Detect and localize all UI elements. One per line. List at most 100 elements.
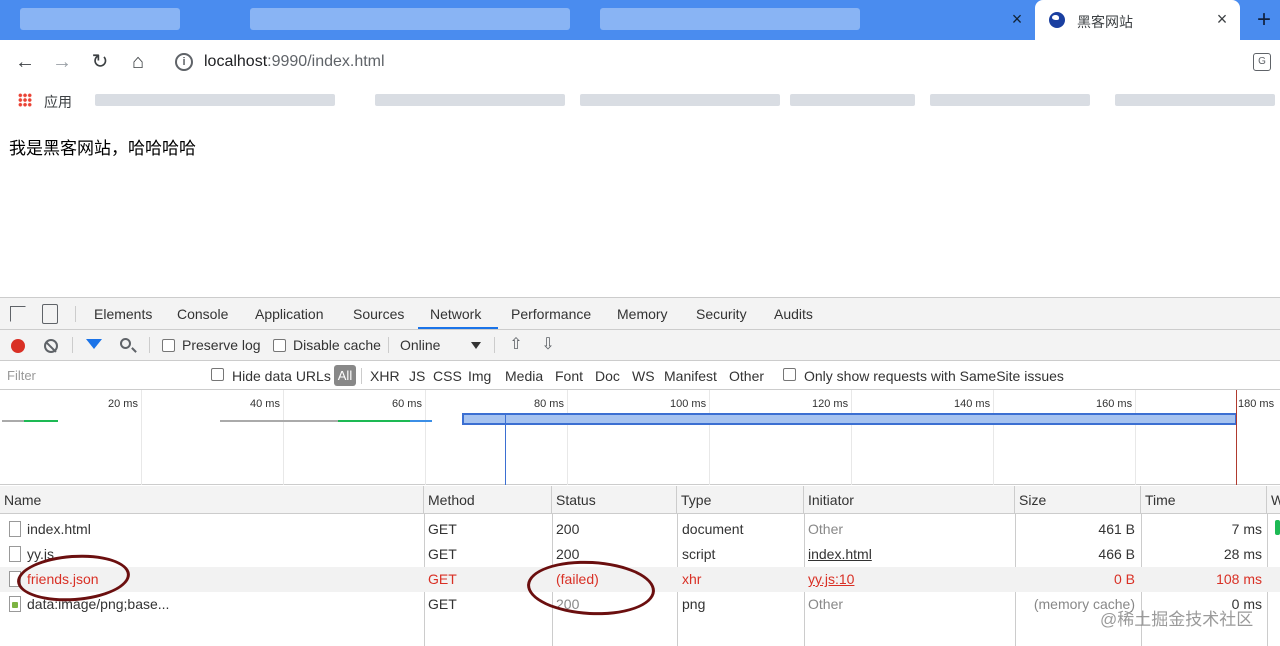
column-method[interactable]: Method bbox=[424, 486, 552, 514]
tick-label: 40 ms bbox=[250, 398, 280, 410]
request-initiator-link[interactable]: yy.js:10 bbox=[808, 571, 854, 587]
hide-data-urls-checkbox[interactable] bbox=[211, 368, 224, 381]
filter-xhr[interactable]: XHR bbox=[370, 368, 400, 384]
reload-icon[interactable]: ↻ bbox=[87, 49, 113, 75]
request-time: 108 ms bbox=[1216, 571, 1262, 587]
table-row[interactable]: index.html GET 200 document Other 461 B … bbox=[0, 517, 1280, 542]
filter-bar: Hide data URLs All XHR JS CSS Img Media … bbox=[0, 361, 1280, 390]
document-file-icon bbox=[9, 521, 21, 537]
samesite-checkbox[interactable] bbox=[783, 368, 796, 381]
tab-application[interactable]: Application bbox=[255, 306, 324, 322]
filter-other[interactable]: Other bbox=[729, 368, 764, 384]
filter-input[interactable] bbox=[0, 363, 197, 387]
filter-css[interactable]: CSS bbox=[433, 368, 462, 384]
record-button[interactable] bbox=[11, 339, 25, 353]
tab-memory[interactable]: Memory bbox=[617, 306, 668, 322]
forward-arrow-icon[interactable]: → bbox=[49, 49, 75, 75]
translate-icon[interactable]: G bbox=[1253, 53, 1271, 71]
filter-img[interactable]: Img bbox=[468, 368, 491, 384]
column-name[interactable]: Name bbox=[0, 486, 424, 514]
blurred-bookmark[interactable] bbox=[790, 94, 915, 106]
blurred-bookmark[interactable] bbox=[95, 94, 335, 106]
grid-line bbox=[1135, 390, 1136, 485]
column-size[interactable]: Size bbox=[1015, 486, 1141, 514]
tab-sources[interactable]: Sources bbox=[353, 306, 404, 322]
inspect-element-icon[interactable] bbox=[10, 306, 26, 322]
column-time[interactable]: Time bbox=[1141, 486, 1267, 514]
blurred-bookmark[interactable] bbox=[1115, 94, 1275, 106]
filter-doc[interactable]: Doc bbox=[595, 368, 620, 384]
tab-audits[interactable]: Audits bbox=[774, 306, 813, 322]
column-waterfall[interactable]: W bbox=[1267, 486, 1280, 514]
device-toolbar-icon[interactable] bbox=[42, 304, 58, 324]
request-size: 466 B bbox=[1098, 546, 1135, 562]
request-type: xhr bbox=[682, 571, 702, 587]
table-row[interactable]: yy.js GET 200 script index.html 466 B 28… bbox=[0, 542, 1280, 567]
active-tab-indicator bbox=[418, 327, 498, 329]
filter-font[interactable]: Font bbox=[555, 368, 583, 384]
tab-network[interactable]: Network bbox=[430, 306, 481, 322]
grid-line bbox=[851, 390, 852, 485]
clear-icon[interactable] bbox=[44, 339, 58, 353]
throttling-select[interactable]: Online bbox=[400, 337, 440, 353]
devtools-tab-bar: Elements Console Application Sources Net… bbox=[0, 298, 1280, 330]
tick-label: 140 ms bbox=[954, 398, 991, 410]
script-file-icon bbox=[9, 546, 21, 562]
request-type: script bbox=[682, 546, 716, 562]
disable-cache-checkbox[interactable] bbox=[273, 339, 286, 352]
apps-grid-icon[interactable] bbox=[18, 93, 32, 107]
active-tab[interactable]: 黑客网站 × bbox=[1035, 0, 1240, 40]
dropdown-arrow-icon[interactable] bbox=[471, 342, 481, 349]
tab-security[interactable]: Security bbox=[696, 306, 747, 322]
overview-bar bbox=[338, 420, 410, 422]
filter-icon[interactable] bbox=[86, 339, 102, 349]
dom-content-loaded-line bbox=[505, 413, 506, 485]
divider bbox=[72, 337, 73, 353]
filter-ws[interactable]: WS bbox=[632, 368, 655, 384]
filter-media[interactable]: Media bbox=[505, 368, 543, 384]
request-method: GET bbox=[428, 546, 457, 562]
waterfall-bar bbox=[1275, 520, 1280, 535]
overview-bar bbox=[2, 420, 24, 422]
request-name[interactable]: index.html bbox=[27, 521, 91, 537]
tab-console[interactable]: Console bbox=[177, 306, 228, 322]
apps-label[interactable]: 应用 bbox=[44, 92, 72, 112]
column-status[interactable]: Status bbox=[552, 486, 677, 514]
request-table: Name Method Status Type Initiator Size T… bbox=[0, 486, 1280, 646]
samesite-label: Only show requests with SameSite issues bbox=[804, 368, 1064, 384]
column-initiator[interactable]: Initiator bbox=[804, 486, 1015, 514]
search-icon[interactable] bbox=[120, 338, 131, 349]
address-bar[interactable]: i localhost:9990/index.html bbox=[165, 48, 1245, 76]
blurred-bookmark[interactable] bbox=[375, 94, 565, 106]
close-icon[interactable]: × bbox=[1211, 8, 1233, 30]
network-overview[interactable]: 20 ms 40 ms 60 ms 80 ms 100 ms 120 ms 14… bbox=[0, 390, 1280, 485]
divider bbox=[75, 306, 76, 322]
back-arrow-icon[interactable]: ← bbox=[12, 49, 38, 75]
filter-all[interactable]: All bbox=[334, 365, 356, 386]
blurred-bookmark[interactable] bbox=[580, 94, 780, 106]
export-har-icon[interactable]: ⇩ bbox=[541, 337, 555, 353]
filter-manifest[interactable]: Manifest bbox=[664, 368, 717, 384]
divider bbox=[149, 337, 150, 353]
blurred-bookmark[interactable] bbox=[930, 94, 1090, 106]
grid-line bbox=[141, 390, 142, 485]
home-icon[interactable]: ⌂ bbox=[125, 49, 151, 75]
blurred-tab[interactable] bbox=[20, 8, 180, 30]
tab-close-icon[interactable]: × bbox=[1006, 8, 1028, 30]
request-size: 0 B bbox=[1113, 571, 1135, 587]
blurred-tab[interactable] bbox=[600, 8, 860, 30]
tab-performance[interactable]: Performance bbox=[511, 306, 591, 322]
request-initiator-link[interactable]: index.html bbox=[808, 546, 872, 562]
new-tab-button[interactable]: + bbox=[1250, 6, 1278, 34]
request-type: document bbox=[682, 521, 744, 537]
image-file-icon bbox=[9, 596, 21, 612]
tab-elements[interactable]: Elements bbox=[94, 306, 152, 322]
column-type[interactable]: Type bbox=[677, 486, 804, 514]
import-har-icon[interactable]: ⇧ bbox=[509, 337, 523, 353]
filter-js[interactable]: JS bbox=[409, 368, 425, 384]
info-icon[interactable]: i bbox=[175, 53, 193, 71]
blurred-tab[interactable] bbox=[250, 8, 570, 30]
preserve-log-checkbox[interactable] bbox=[162, 339, 175, 352]
bookmarks-bar: 应用 bbox=[0, 84, 1280, 116]
url-text[interactable]: localhost:9990/index.html bbox=[204, 53, 385, 71]
